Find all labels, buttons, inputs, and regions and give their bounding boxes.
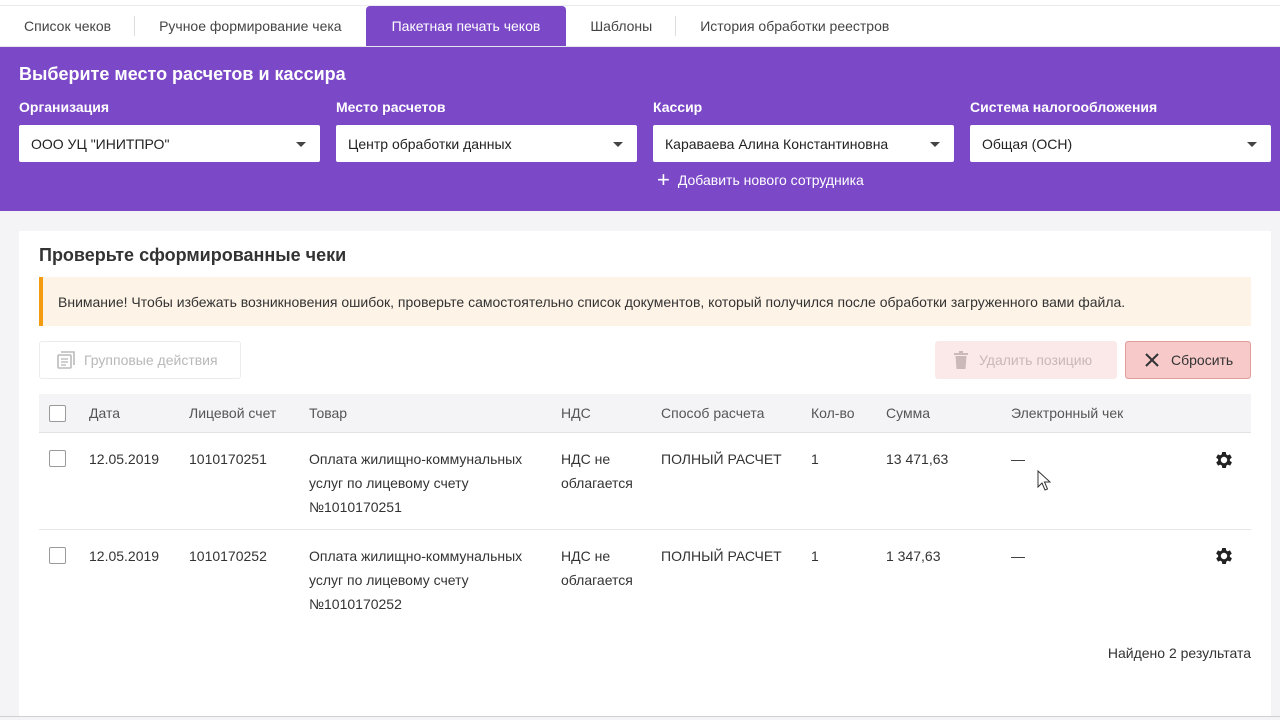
row-vat-line: облагается	[561, 572, 633, 588]
tab-templates[interactable]: Шаблоны	[566, 6, 677, 46]
mouse-cursor-icon	[1037, 470, 1051, 491]
organization-value: ООО УЦ "ИНИТПРО"	[31, 135, 170, 152]
results-count: Найдено 2 результата	[1107, 645, 1251, 661]
plus-icon: +	[657, 167, 670, 192]
tab-receipt-list[interactable]: Список чеков	[0, 6, 136, 46]
place-select[interactable]: Центр обработки данных	[336, 125, 637, 162]
header-account[interactable]: Лицевой счет	[189, 405, 276, 421]
caret-down-icon	[296, 142, 306, 147]
tax-field: Система налогообложения Общая (ОСН)	[970, 99, 1271, 162]
bottom-strip	[0, 716, 1280, 720]
header-vat[interactable]: НДС	[561, 405, 591, 421]
organization-select[interactable]: ООО УЦ "ИНИТПРО"	[19, 125, 320, 162]
trash-icon	[954, 351, 968, 369]
stack-list-icon	[57, 351, 75, 369]
row-product-line: Оплата жилищно-коммунальных	[309, 548, 523, 564]
row-product: Оплата жилищно-коммунальных услуг по лиц…	[309, 544, 522, 616]
row-vat: НДС не облагается	[561, 544, 633, 592]
row-product-line: №1010170251	[309, 499, 402, 515]
receipts-card: Проверьте сформированные чеки Внимание! …	[19, 231, 1271, 720]
tab-manual-receipt[interactable]: Ручное формирование чека	[135, 6, 366, 46]
group-actions-button[interactable]: Групповые действия	[39, 341, 241, 379]
table-header: Дата Лицевой счет Товар НДС Способ расче…	[39, 394, 1251, 433]
header-payment[interactable]: Способ расчета	[661, 405, 764, 421]
cashier-value: Караваева Алина Константиновна	[665, 135, 889, 152]
settlement-panel: Выберите место расчетов и кассира Органи…	[0, 47, 1280, 211]
row-product-line: Оплата жилищно-коммунальных	[309, 451, 523, 467]
cashier-field: Кассир Караваева Алина Константиновна	[653, 99, 954, 162]
row-ereceipt: —	[1011, 451, 1025, 467]
tax-select[interactable]: Общая (ОСН)	[970, 125, 1271, 162]
header-ereceipt[interactable]: Электронный чек	[1011, 405, 1123, 421]
header-qty[interactable]: Кол-во	[811, 405, 855, 421]
caret-down-icon	[1247, 142, 1257, 147]
row-qty: 1	[811, 548, 819, 564]
row-vat-line: облагается	[561, 475, 633, 491]
row-vat-line: НДС не	[561, 451, 611, 467]
row-payment: ПОЛНЫЙ РАСЧЕТ	[661, 451, 782, 467]
row-vat: НДС не облагается	[561, 447, 633, 495]
tab-batch-print[interactable]: Пакетная печать чеков	[365, 6, 567, 46]
delete-position-button[interactable]: Удалить позицию	[935, 341, 1117, 379]
group-actions-label: Групповые действия	[84, 352, 218, 368]
header-sum[interactable]: Сумма	[886, 405, 930, 421]
caret-down-icon	[613, 142, 623, 147]
tax-value: Общая (ОСН)	[982, 135, 1073, 152]
row-payment: ПОЛНЫЙ РАСЧЕТ	[661, 548, 782, 564]
panel-title: Выберите место расчетов и кассира	[19, 64, 346, 84]
tab-label: Список чеков	[24, 18, 112, 34]
select-all-checkbox[interactable]	[49, 405, 66, 422]
row-date: 12.05.2019	[89, 548, 160, 564]
caret-down-icon	[930, 142, 940, 147]
tab-label: Шаблоны	[590, 18, 653, 34]
place-value: Центр обработки данных	[348, 135, 512, 152]
row-sum: 1 347,63	[886, 548, 941, 564]
tab-label: Ручное формирование чека	[159, 18, 342, 34]
gear-icon[interactable]	[1213, 545, 1235, 567]
row-checkbox[interactable]	[49, 450, 66, 467]
header-date[interactable]: Дата	[89, 405, 120, 421]
table-row: 12.05.2019 1010170251 Оплата жилищно-ком…	[39, 433, 1251, 530]
row-product: Оплата жилищно-коммунальных услуг по лиц…	[309, 447, 522, 519]
row-product-line: услуг по лицевому счету	[309, 475, 469, 491]
gear-icon[interactable]	[1213, 449, 1235, 471]
tab-label: Пакетная печать чеков	[391, 18, 541, 34]
row-account: 1010170251	[189, 451, 267, 467]
cashier-label: Кассир	[653, 99, 703, 115]
table-row: 12.05.2019 1010170252 Оплата жилищно-ком…	[39, 531, 1251, 628]
close-icon	[1145, 353, 1159, 367]
tab-registry-history[interactable]: История обработки реестров	[676, 6, 913, 46]
header-product[interactable]: Товар	[309, 405, 347, 421]
reset-label: Сбросить	[1171, 352, 1234, 368]
organization-field: Организация ООО УЦ "ИНИТПРО"	[19, 99, 320, 162]
tax-label: Система налогообложения	[970, 99, 1158, 115]
add-employee-label: Добавить нового сотрудника	[677, 172, 864, 188]
place-field: Место расчетов Центр обработки данных	[336, 99, 637, 162]
warning-banner: Внимание! Чтобы избежать возникновения о…	[39, 277, 1251, 326]
place-label: Место расчетов	[336, 99, 446, 115]
row-product-line: №1010170252	[309, 596, 402, 612]
row-account: 1010170252	[189, 548, 267, 564]
row-qty: 1	[811, 451, 819, 467]
row-vat-line: НДС не	[561, 548, 611, 564]
cashier-select[interactable]: Караваева Алина Константиновна	[653, 125, 954, 162]
row-sum: 13 471,63	[886, 451, 949, 467]
add-employee-button[interactable]: + Добавить нового сотрудника	[657, 167, 864, 192]
reset-button[interactable]: Сбросить	[1125, 341, 1251, 379]
row-checkbox[interactable]	[49, 547, 66, 564]
tab-label: История обработки реестров	[700, 18, 890, 34]
row-date: 12.05.2019	[89, 451, 160, 467]
card-title: Проверьте сформированные чеки	[39, 245, 347, 265]
tab-bar: Список чеков Ручное формирование чека Па…	[0, 6, 1280, 47]
organization-label: Организация	[19, 99, 110, 115]
delete-position-label: Удалить позицию	[979, 352, 1093, 368]
row-product-line: услуг по лицевому счету	[309, 572, 469, 588]
warning-text: Внимание! Чтобы избежать возникновения о…	[58, 293, 1126, 310]
row-ereceipt: —	[1011, 548, 1025, 564]
